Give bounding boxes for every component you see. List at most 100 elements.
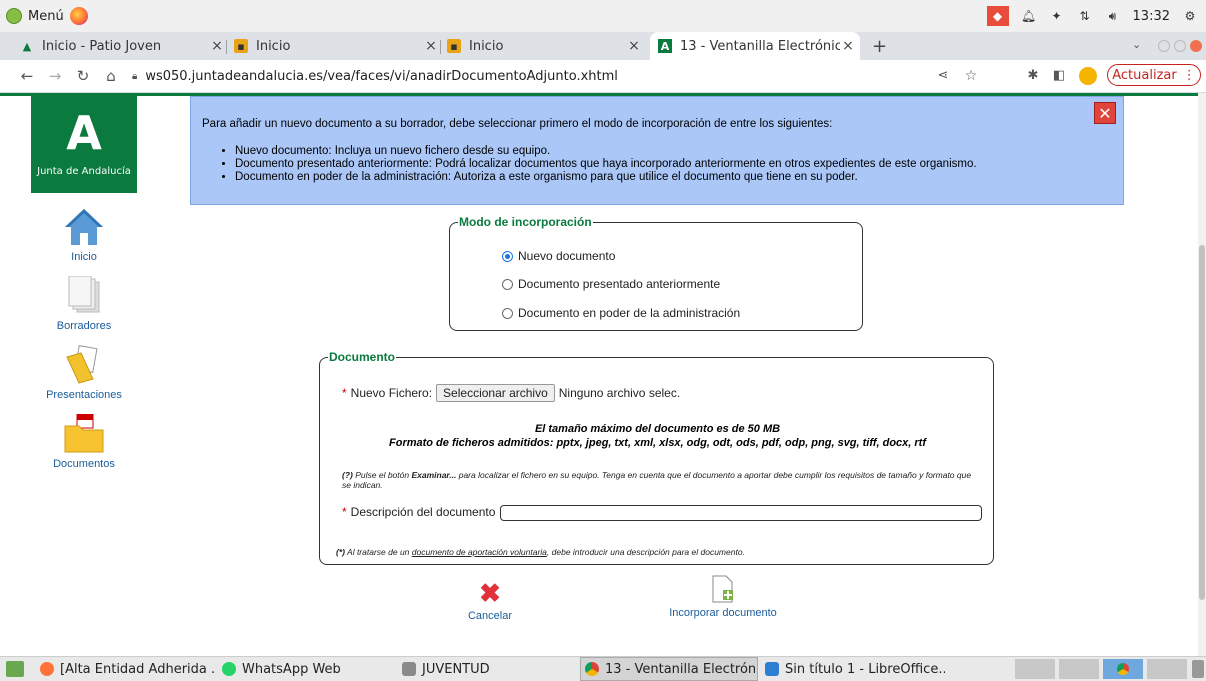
update-button[interactable]: Actualizar ⋮ (1107, 64, 1201, 86)
taskbar-label: 13 - Ventanilla Electróni... (605, 661, 758, 677)
max-size-text: El tamaño máximo del documento es de 50 … (534, 423, 781, 435)
junta-logo[interactable]: A Junta de Andalucía (31, 96, 137, 193)
tab-inicio-1[interactable]: ▪ Inicio × (234, 32, 439, 60)
taskbar-item-juventud[interactable]: JUVENTUD (402, 657, 572, 681)
kebab-menu-icon: ⋮ (1182, 67, 1196, 83)
network-icon[interactable]: ⇅ (1077, 8, 1093, 24)
info-item: Documento presentado anteriormente: Podr… (235, 158, 977, 171)
workspace-1[interactable] (1015, 659, 1055, 679)
extensions-puzzle-icon[interactable]: ✱ (1024, 67, 1042, 85)
clock[interactable]: 13:32 (1133, 9, 1170, 24)
taskbar-label: JUVENTUD (422, 661, 490, 677)
anydesk-icon[interactable]: ◆ (986, 6, 1009, 26)
logo-text: Junta de Andalucía (37, 166, 131, 177)
taskbar-item-firefox[interactable]: [Alta Entidad Adherida ... (40, 657, 215, 681)
os-taskbar: [Alta Entidad Adherida ... WhatsApp Web … (0, 656, 1206, 681)
tab-ventanilla[interactable]: A 13 - Ventanilla Electrónica × (650, 32, 860, 60)
workspace-2[interactable] (1059, 659, 1099, 679)
writer-icon (765, 662, 779, 676)
chat-icon: ▪ (234, 39, 248, 53)
home-button-icon[interactable]: ⌂ (102, 67, 120, 85)
trash-icon[interactable] (1192, 660, 1204, 678)
taskbar-label: Sin título 1 - LibreOffice... (785, 661, 945, 677)
radio-button[interactable] (502, 250, 513, 262)
radio-presentado-anteriormente[interactable]: Documento presentado anteriormente (502, 277, 720, 291)
select-file-button[interactable]: Seleccionar archivo (436, 384, 555, 402)
folder-docs-icon (63, 345, 105, 385)
desc-label: Descripción del documento (350, 505, 496, 519)
voluntary-document-link[interactable]: documento de aportación voluntaria (412, 547, 547, 557)
required-mark: * (342, 386, 347, 400)
tab-inicio-2[interactable]: ▪ Inicio × (447, 32, 642, 60)
browser-toolbar: ← → ↻ ⌂ 🔒︎ ws050.juntadeandalucia.es/vea… (0, 60, 1206, 93)
taskbar-item-libreoffice[interactable]: Sin título 1 - LibreOffice... (765, 657, 945, 681)
incorporar-documento-button[interactable]: Incorporar documento (660, 575, 786, 619)
side-panel-icon[interactable]: ◧ (1050, 67, 1068, 85)
add-label: Incorporar documento (669, 607, 777, 619)
close-info-icon[interactable]: ✕ (1094, 102, 1116, 124)
share-icon[interactable]: ⋖ (934, 67, 952, 85)
radio-label: Nuevo documento (518, 249, 616, 263)
minimize-icon[interactable] (1158, 40, 1170, 52)
os-top-panel: Menú ◆ 🔔︎ ✦ ⇅ 🔊︎ 13:32 ⚙ (0, 0, 1206, 32)
tab-close-icon[interactable]: × (840, 38, 856, 54)
footnote-mark: (*) (336, 547, 345, 557)
tab-close-icon[interactable]: × (423, 38, 439, 54)
radio-en-poder-administracion[interactable]: Documento en poder de la administración (502, 306, 740, 320)
tab-patio-joven[interactable]: ▲ Inicio - Patio Joven × (20, 32, 225, 60)
workspace-4[interactable] (1147, 659, 1187, 679)
hint-bold: Examinar... (411, 470, 457, 480)
window-close-icon[interactable] (1190, 40, 1202, 52)
sidebar-item-inicio[interactable]: Inicio (30, 207, 138, 263)
os-menu-label: Menú (28, 8, 64, 24)
url-bar[interactable]: 🔒︎ ws050.juntadeandalucia.es/vea/faces/v… (132, 64, 992, 88)
tab-close-icon[interactable]: × (209, 38, 225, 54)
taskbar-item-whatsapp[interactable]: WhatsApp Web (222, 657, 392, 681)
browser-tab-bar: ▲ Inicio - Patio Joven × ▪ Inicio × ▪ In… (0, 32, 1206, 60)
back-arrow-icon[interactable]: ← (18, 67, 36, 85)
sidebar-item-documentos[interactable]: Documentos (30, 413, 138, 470)
chat-icon: ▪ (447, 39, 461, 53)
dropbox-icon[interactable]: ✦ (1049, 8, 1065, 24)
radio-label: Documento presentado anteriormente (518, 277, 721, 291)
workspace-3[interactable] (1103, 659, 1143, 679)
footnote-text: Al tratarse de un (344, 547, 412, 557)
show-desktop-icon[interactable] (6, 661, 24, 677)
taskbar-label: [Alta Entidad Adherida ... (60, 661, 215, 677)
junta-a-icon: A (658, 39, 672, 53)
radio-nuevo-documento[interactable]: Nuevo documento (502, 249, 615, 263)
chrome-icon (585, 662, 599, 676)
formats-text: Formato de ficheros admitidos: pptx, jpe… (389, 437, 926, 449)
file-label: Nuevo Fichero: (350, 386, 433, 400)
desc-row: * Descripción del documento (342, 505, 495, 519)
file-hint: (?) Pulse el botón Examinar... para loca… (342, 470, 972, 490)
scrollbar-thumb[interactable] (1199, 245, 1205, 600)
firefox-launcher-icon[interactable] (69, 7, 88, 25)
sidebar-item-presentaciones[interactable]: Presentaciones (30, 345, 138, 401)
hint-mark: (?) (342, 470, 353, 480)
sidebar-item-label: Inicio (71, 251, 97, 263)
reload-icon[interactable]: ↻ (74, 67, 92, 85)
info-panel: Para añadir un nuevo documento a su borr… (190, 96, 1124, 205)
settings-gear-icon[interactable]: ⚙ (1182, 8, 1198, 24)
description-input[interactable] (500, 505, 982, 521)
radio-button[interactable] (502, 278, 513, 290)
documento-fieldset: Documento * Nuevo Fichero: Seleccionar a… (319, 350, 994, 565)
cancel-button[interactable]: ✖ Cancelar (450, 580, 530, 622)
tab-close-icon[interactable]: × (626, 38, 642, 54)
volume-icon[interactable]: 🔊︎ (1105, 8, 1121, 24)
maximize-icon[interactable] (1174, 40, 1186, 52)
sidebar-item-label: Borradores (56, 320, 112, 332)
forward-arrow-icon[interactable]: → (46, 67, 64, 85)
tab-search-icon[interactable]: ⌄ (1132, 38, 1141, 51)
cancel-x-icon: ✖ (479, 578, 501, 608)
radio-button[interactable] (502, 307, 513, 319)
notification-bell-icon[interactable]: 🔔︎ (1021, 8, 1037, 24)
profile-avatar-icon[interactable] (1079, 67, 1097, 85)
taskbar-item-chrome[interactable]: 13 - Ventanilla Electróni... (580, 657, 758, 681)
bookmark-star-icon[interactable]: ☆ (962, 67, 980, 85)
new-tab-button[interactable]: + (872, 36, 887, 57)
os-menu-button[interactable]: Menú (6, 6, 88, 26)
sidebar-item-label: Documentos (53, 458, 115, 470)
sidebar-item-borradores[interactable]: Borradores (30, 275, 138, 332)
